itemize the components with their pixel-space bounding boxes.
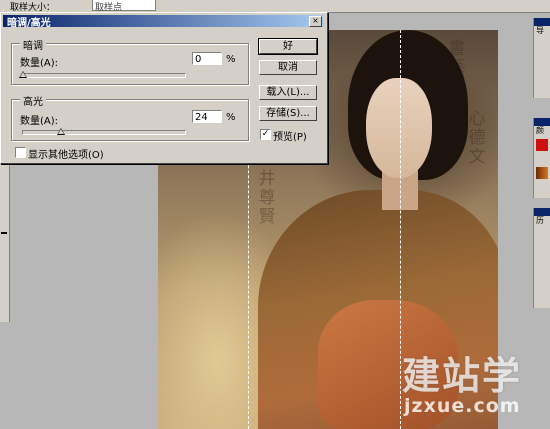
shadows-group-title: 暗调 <box>20 37 46 52</box>
save-button[interactable]: 存储(S)... <box>259 106 317 121</box>
ok-button[interactable]: 好 <box>258 38 318 55</box>
cancel-button[interactable]: 取消 <box>259 60 317 75</box>
background-calligraphy: 井尊賢 <box>258 169 276 227</box>
shadows-slider-handle[interactable] <box>19 71 27 78</box>
panel-titlebar <box>534 118 550 126</box>
more-options-checkbox[interactable] <box>15 147 26 158</box>
shadows-amount-slider[interactable] <box>19 71 186 78</box>
highlights-slider-handle[interactable] <box>57 128 66 135</box>
tab-navigator[interactable]: 导 <box>534 26 550 36</box>
dialog-title: 暗调/高光 <box>7 18 51 29</box>
tab-history[interactable]: 历 <box>534 216 550 226</box>
photo-face <box>366 78 432 178</box>
photo-sleeve <box>318 300 458 429</box>
color-panel: 颜 <box>533 118 550 198</box>
tool-icon[interactable] <box>1 232 7 234</box>
selection-edge-right <box>400 30 401 429</box>
preview-label[interactable]: 预览(P) <box>273 128 307 143</box>
highlights-group: 高光 数量(A): 24 % <box>11 93 249 141</box>
highlights-percent-label: % <box>226 112 236 123</box>
panel-titlebar <box>534 18 550 26</box>
shadows-amount-label: 数量(A): <box>20 58 59 69</box>
foreground-color-swatch[interactable] <box>536 139 548 151</box>
navigator-panel: 导 <box>533 18 550 98</box>
highlights-group-title: 高光 <box>20 93 46 108</box>
sample-size-select[interactable]: 取样点 <box>92 0 156 13</box>
shadow-highlight-dialog: 暗调/高光 × 暗调 数量(A): 0 % 高光 数量(A): 24 % 显示其… <box>0 12 328 164</box>
highlights-amount-input[interactable]: 24 <box>192 110 222 123</box>
history-panel: 历 <box>533 208 550 308</box>
load-button[interactable]: 载入(L)... <box>259 85 317 100</box>
close-icon[interactable]: × <box>309 16 322 27</box>
background-calligraphy: 心德文 <box>468 109 486 167</box>
shadows-amount-input[interactable]: 0 <box>192 52 222 65</box>
shadows-group: 暗调 数量(A): 0 % <box>11 37 249 85</box>
dialog-titlebar[interactable]: 暗调/高光 × <box>3 15 324 29</box>
color-ramp[interactable] <box>536 167 548 179</box>
preview-checkbox[interactable]: ✓ <box>260 129 271 140</box>
panel-titlebar <box>534 208 550 216</box>
highlights-amount-label: 数量(A): <box>20 116 59 127</box>
shadows-percent-label: % <box>226 54 236 65</box>
highlights-amount-slider[interactable] <box>22 128 186 135</box>
tab-color[interactable]: 颜 <box>534 126 550 136</box>
more-options-label[interactable]: 显示其他选项(O) <box>28 146 104 161</box>
